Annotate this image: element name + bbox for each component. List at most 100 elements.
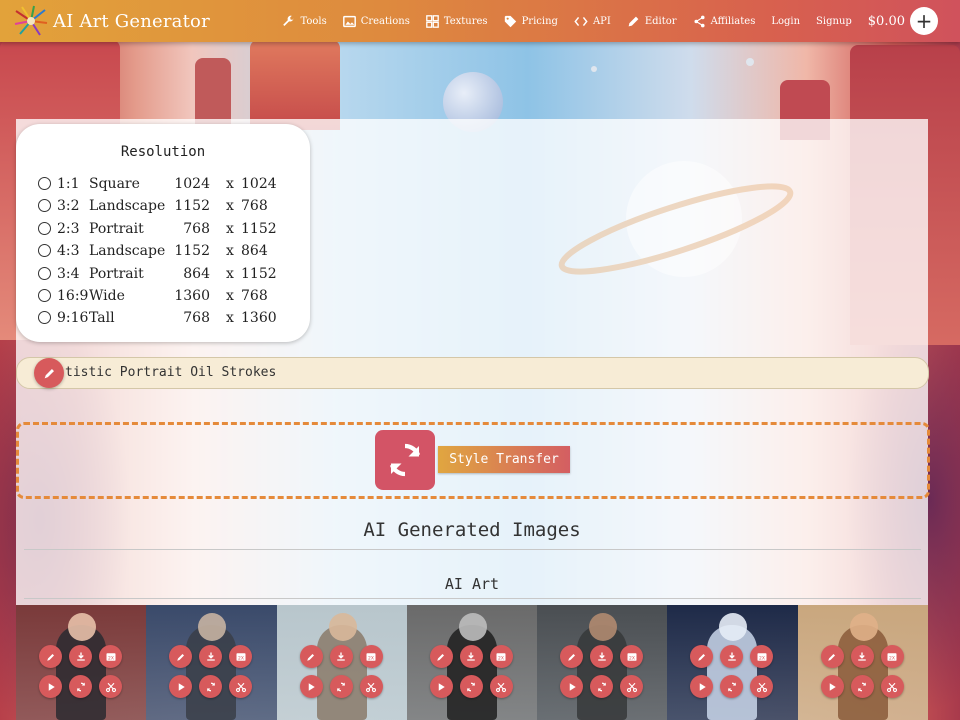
refresh-icon: [206, 682, 215, 691]
resolution-width: 1152: [174, 198, 210, 215]
scissors-button[interactable]: [750, 675, 774, 698]
nav-textures[interactable]: Textures: [425, 14, 488, 28]
style-transfer-icon[interactable]: [375, 430, 435, 490]
nav-api[interactable]: API: [574, 15, 611, 28]
upscale-button[interactable]: 2X: [620, 645, 644, 668]
upscale-button[interactable]: 2X: [99, 645, 122, 668]
divider: [24, 549, 921, 550]
resolution-option[interactable]: 1:1 Square 1024 x 1024: [38, 174, 298, 196]
scissors-button[interactable]: [229, 675, 253, 698]
download-button[interactable]: [459, 645, 483, 668]
nav-pricing[interactable]: Pricing: [504, 15, 558, 28]
signup-link[interactable]: Signup: [816, 16, 852, 27]
resolution-option[interactable]: 3:4 Portrait 864 x 1152: [38, 264, 298, 286]
nav-affiliates[interactable]: Affiliates: [693, 15, 755, 28]
resolution-name: Portrait: [89, 220, 144, 237]
refresh-button[interactable]: [459, 675, 483, 698]
scissors-icon: [756, 682, 767, 692]
upscale-icon: 2X: [106, 652, 115, 661]
upscale-button[interactable]: 2X: [359, 645, 383, 668]
scissors-button[interactable]: [359, 675, 383, 698]
nav-creations[interactable]: Creations: [342, 15, 410, 28]
download-icon: [337, 652, 345, 661]
gallery-image[interactable]: 2X: [276, 605, 407, 720]
brand-link[interactable]: AI Art Generator: [14, 5, 210, 37]
play-button[interactable]: [560, 675, 584, 698]
aspect-ratio: 1:1: [57, 176, 80, 192]
refresh-button[interactable]: [850, 675, 874, 698]
upscale-button[interactable]: 2X: [229, 645, 253, 668]
edit-prompt-button[interactable]: [34, 358, 64, 388]
play-button[interactable]: [299, 675, 323, 698]
resolution-heading: Resolution: [120, 144, 206, 160]
edit-button[interactable]: [820, 645, 844, 668]
radio-button[interactable]: [38, 177, 51, 190]
scissors-icon: [105, 682, 116, 692]
resolution-name: Square: [89, 176, 140, 192]
tag-icon: [504, 15, 516, 27]
resolution-option[interactable]: 4:3 Landscape 1152 x 864: [38, 241, 298, 263]
moon: [591, 66, 597, 72]
resolution-height: 1152: [241, 265, 277, 282]
style-transfer-button[interactable]: Style Transfer: [438, 446, 570, 473]
radio-button[interactable]: [38, 221, 51, 235]
gallery-image[interactable]: 2X: [797, 605, 928, 720]
scissors-icon: [235, 682, 246, 692]
radio-button[interactable]: [38, 289, 51, 302]
resolution-width: 1152: [174, 243, 210, 260]
scissors-button[interactable]: [99, 675, 122, 698]
scissors-button[interactable]: [489, 675, 513, 698]
download-button[interactable]: [850, 645, 874, 668]
login-link[interactable]: Login: [771, 16, 800, 27]
gallery-image[interactable]: 2X: [406, 605, 538, 720]
edit-icon: [567, 653, 575, 661]
radio-button[interactable]: [38, 199, 51, 213]
resolution-width: 1024: [174, 176, 210, 192]
refresh-icon: [76, 682, 85, 691]
refresh-button[interactable]: [69, 675, 92, 698]
download-icon: [207, 652, 215, 661]
prompt-field[interactable]: tistic Portrait Oil Strokes: [16, 357, 929, 389]
resolution-separator: x: [226, 176, 234, 192]
upscale-button[interactable]: 2X: [750, 645, 774, 668]
gallery-image[interactable]: 2X: [537, 605, 668, 720]
gallery-image[interactable]: 2X: [16, 605, 147, 720]
refresh-button[interactable]: [590, 675, 614, 698]
resolution-width: 1360: [174, 288, 210, 304]
download-button[interactable]: [329, 645, 353, 668]
radio-button[interactable]: [38, 266, 51, 280]
edit-button[interactable]: [429, 645, 453, 668]
upscale-button[interactable]: 2X: [489, 645, 513, 668]
gallery-image[interactable]: 2X: [667, 605, 798, 720]
radio-button[interactable]: [38, 244, 51, 258]
play-button[interactable]: [820, 675, 844, 698]
image-subject-face: [849, 613, 878, 641]
radio-button[interactable]: [38, 311, 51, 325]
svg-text:2X: 2X: [498, 655, 504, 661]
resolution-option[interactable]: 16:9 Wide 1360 x 768: [38, 286, 298, 308]
resolution-option[interactable]: 9:16 Tall 768 x 1360: [38, 308, 298, 330]
upscale-button[interactable]: 2X: [880, 645, 904, 668]
upscale-icon: 2X: [236, 652, 246, 661]
nav-tools[interactable]: Tools: [282, 15, 327, 28]
play-icon: [178, 682, 185, 691]
download-button[interactable]: [69, 645, 92, 668]
resolution-option[interactable]: 2:3 Portrait 768 x 1152: [38, 219, 298, 241]
refresh-button[interactable]: [329, 675, 353, 698]
edit-button[interactable]: [560, 645, 584, 668]
edit-button[interactable]: [299, 645, 323, 668]
scissors-button[interactable]: [880, 675, 904, 698]
edit-button[interactable]: [39, 645, 62, 668]
pencil-icon: [628, 16, 639, 26]
add-funds-button[interactable]: +: [910, 7, 938, 35]
play-button[interactable]: [429, 675, 453, 698]
resolution-option[interactable]: 3:2 Landscape 1152 x 768: [38, 196, 298, 218]
download-button[interactable]: [590, 645, 614, 668]
prompt-text: tistic Portrait Oil Strokes: [65, 365, 277, 380]
edit-icon: [177, 653, 184, 661]
play-button[interactable]: [39, 675, 62, 698]
gallery-image[interactable]: 2X: [146, 605, 277, 720]
play-icon: [699, 682, 706, 691]
scissors-button[interactable]: [620, 675, 644, 698]
nav-editor[interactable]: Editor: [627, 15, 677, 28]
